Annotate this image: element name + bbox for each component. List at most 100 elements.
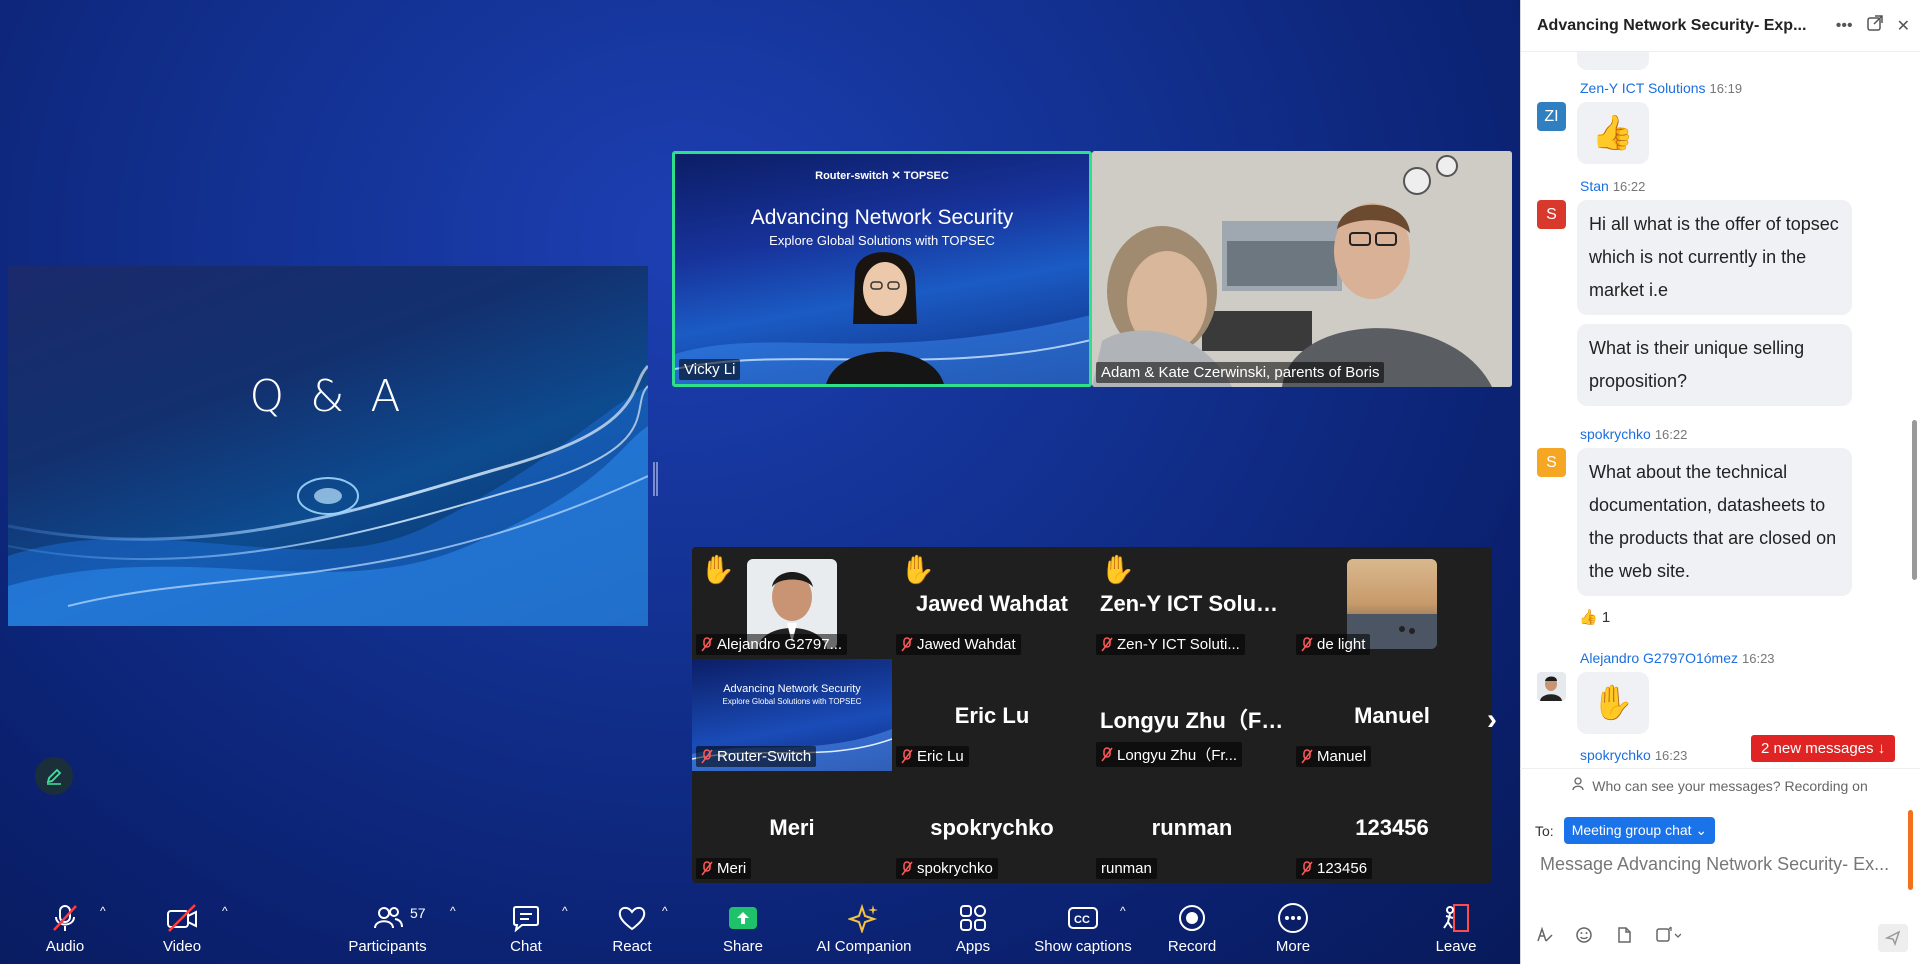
avatar: S [1537, 448, 1566, 477]
more-options-icon[interactable]: ••• [1836, 17, 1853, 35]
participant-display-name: Manuel [1354, 703, 1430, 728]
record-button[interactable]: Record [1167, 886, 1217, 964]
mic-muted-icon [701, 637, 713, 652]
gallery-tile[interactable]: runman runman [1092, 771, 1292, 883]
chat-options-chevron-icon[interactable]: ^ [562, 904, 568, 918]
meeting-toolbar: Audio ^ Video ^ Participants 57 ^ Chat ^… [0, 886, 1520, 964]
participant-label: 123456 [1296, 858, 1373, 879]
apps-icon [958, 898, 988, 938]
mic-muted-icon [901, 749, 913, 764]
annotate-pencil-icon[interactable] [35, 757, 73, 795]
participant-label: runman [1096, 858, 1157, 879]
message-sender: spokrychko 16:23 [1580, 747, 1688, 763]
record-icon [1177, 898, 1207, 938]
video-tile-active-speaker[interactable]: Router-switch ✕ TOPSEC Advancing Network… [672, 151, 1092, 387]
gallery-tile[interactable]: 123456 123456 [1292, 771, 1492, 883]
person-lock-icon [1572, 777, 1586, 794]
participant-label: Manuel [1296, 746, 1372, 767]
avatar: ZI [1537, 102, 1566, 131]
gallery-tile[interactable]: ✋ Zen-Y ICT Soluti... Zen-Y ICT Soluti..… [1092, 547, 1292, 659]
recipient-row: To: Meeting group chat ⌄ [1535, 817, 1716, 844]
share-screen-icon [727, 898, 759, 938]
message-sender: spokrychko 16:22 [1580, 426, 1688, 442]
participants-options-chevron-icon[interactable]: ^ [450, 904, 456, 918]
audio-button[interactable]: Audio [40, 886, 90, 964]
gallery-tile[interactable]: ✋ Jawed Wahdat Jawed Wahdat [892, 547, 1092, 659]
more-button[interactable]: More [1272, 886, 1314, 964]
video-tile-participant[interactable]: Adam & Kate Czerwinski, parents of Boris [1092, 151, 1512, 387]
new-messages-button[interactable]: 2 new messages ↓ [1751, 735, 1896, 762]
participant-label: Zen-Y ICT Soluti... [1096, 634, 1245, 655]
apps-button[interactable]: Apps [953, 886, 993, 964]
chat-privacy-notice[interactable]: Who can see your messages? Recording on [1520, 768, 1920, 802]
ai-companion-button[interactable]: AI Companion [812, 886, 916, 964]
pop-out-icon[interactable] [1866, 15, 1883, 36]
emoji-icon[interactable] [1575, 926, 1593, 949]
close-icon[interactable]: ✕ [1897, 16, 1910, 36]
participant-label: Eric Lu [896, 746, 969, 767]
share-button[interactable]: Share [720, 886, 766, 964]
react-options-chevron-icon[interactable]: ^ [662, 904, 668, 918]
participants-count: 57 [410, 905, 426, 921]
send-icon[interactable] [1878, 924, 1908, 952]
participant-label: Jawed Wahdat [896, 634, 1021, 655]
input-scrollbar [1908, 810, 1913, 890]
participant-label: Meri [696, 858, 752, 879]
video-off-icon [165, 898, 199, 938]
chat-button[interactable]: Chat [505, 886, 547, 964]
chat-header: Advancing Network Security- Exp... ••• ✕ [1521, 0, 1920, 52]
svg-text:CC: CC [1074, 914, 1090, 926]
message-sender: Zen-Y ICT Solutions 16:19 [1580, 80, 1743, 96]
participant-label: Router-Switch [696, 746, 817, 767]
captions-cc-icon: CC [1067, 898, 1099, 938]
gallery-tile[interactable]: Longyu Zhu（Fr... Longyu Zhu（Fr... [1092, 659, 1292, 771]
participant-label: Longyu Zhu（Fr... [1096, 742, 1243, 767]
heart-icon [617, 898, 647, 938]
gallery-next-page-icon[interactable]: › [1487, 703, 1497, 737]
reaction-count[interactable]: 👍 1 [1579, 608, 1610, 626]
recipient-dropdown[interactable]: Meeting group chat ⌄ [1563, 817, 1716, 844]
video-button[interactable]: Video [157, 886, 207, 964]
thumbs-up-icon: 👍 [1577, 102, 1649, 164]
shared-screen: Q & A [8, 266, 648, 626]
message-text: What about the technical documentation, … [1577, 448, 1852, 596]
leave-button[interactable]: Leave [1434, 886, 1478, 964]
leave-door-icon [1440, 898, 1472, 938]
participant-display-name: Meri [769, 815, 815, 840]
chat-scrollbar[interactable] [1912, 420, 1917, 580]
gallery-tile[interactable]: Advancing Network Security Explore Globa… [692, 659, 892, 771]
participant-display-name: spokrychko [930, 815, 1054, 840]
participant-video [1092, 151, 1512, 387]
mic-muted-icon [1301, 749, 1313, 764]
captions-button[interactable]: CC Show captions [1033, 886, 1133, 964]
participant-display-name: Jawed Wahdat [916, 591, 1068, 616]
participants-button[interactable]: Participants [345, 886, 430, 964]
video-options-chevron-icon[interactable]: ^ [222, 904, 228, 918]
audio-options-chevron-icon[interactable]: ^ [100, 904, 106, 918]
chat-title: Advancing Network Security- Exp... [1537, 16, 1807, 34]
participant-gallery: ✋ Alejandro G2797... ✋ Jawed Wahdat Jawe… [692, 547, 1492, 883]
mic-muted-icon [50, 898, 80, 938]
message-input[interactable]: Message Advancing Network Security- Ex..… [1540, 854, 1905, 875]
format-text-icon[interactable] [1535, 926, 1553, 949]
participants-icon [373, 898, 403, 938]
message-sender: Alejandro G2797O1ómez 16:23 [1580, 650, 1775, 666]
splitter-handle[interactable] [653, 462, 658, 496]
gallery-tile[interactable]: Eric Lu Eric Lu [892, 659, 1092, 771]
react-button[interactable]: React [610, 886, 654, 964]
participant-display-name: 123456 [1355, 815, 1429, 840]
file-icon[interactable] [1615, 926, 1633, 949]
captions-options-chevron-icon[interactable]: ^ [1120, 904, 1126, 918]
speaker-figure [675, 252, 1089, 384]
participant-display-name: Zen-Y ICT Soluti... [1100, 591, 1288, 616]
to-label: To: [1535, 822, 1554, 839]
gallery-tile[interactable]: Meri Meri [692, 771, 892, 883]
gallery-tile[interactable]: de light [1292, 547, 1492, 659]
gallery-tile[interactable]: ✋ Alejandro G2797... [692, 547, 892, 659]
screenshot-icon[interactable] [1655, 926, 1682, 949]
gallery-tile[interactable]: spokrychko spokrychko [892, 771, 1092, 883]
gallery-tile[interactable]: Manuel Manuel [1292, 659, 1492, 771]
message-bubble [1577, 52, 1649, 70]
raised-hand-icon: ✋ [1577, 672, 1649, 734]
participant-label: Alejandro G2797... [696, 634, 848, 655]
